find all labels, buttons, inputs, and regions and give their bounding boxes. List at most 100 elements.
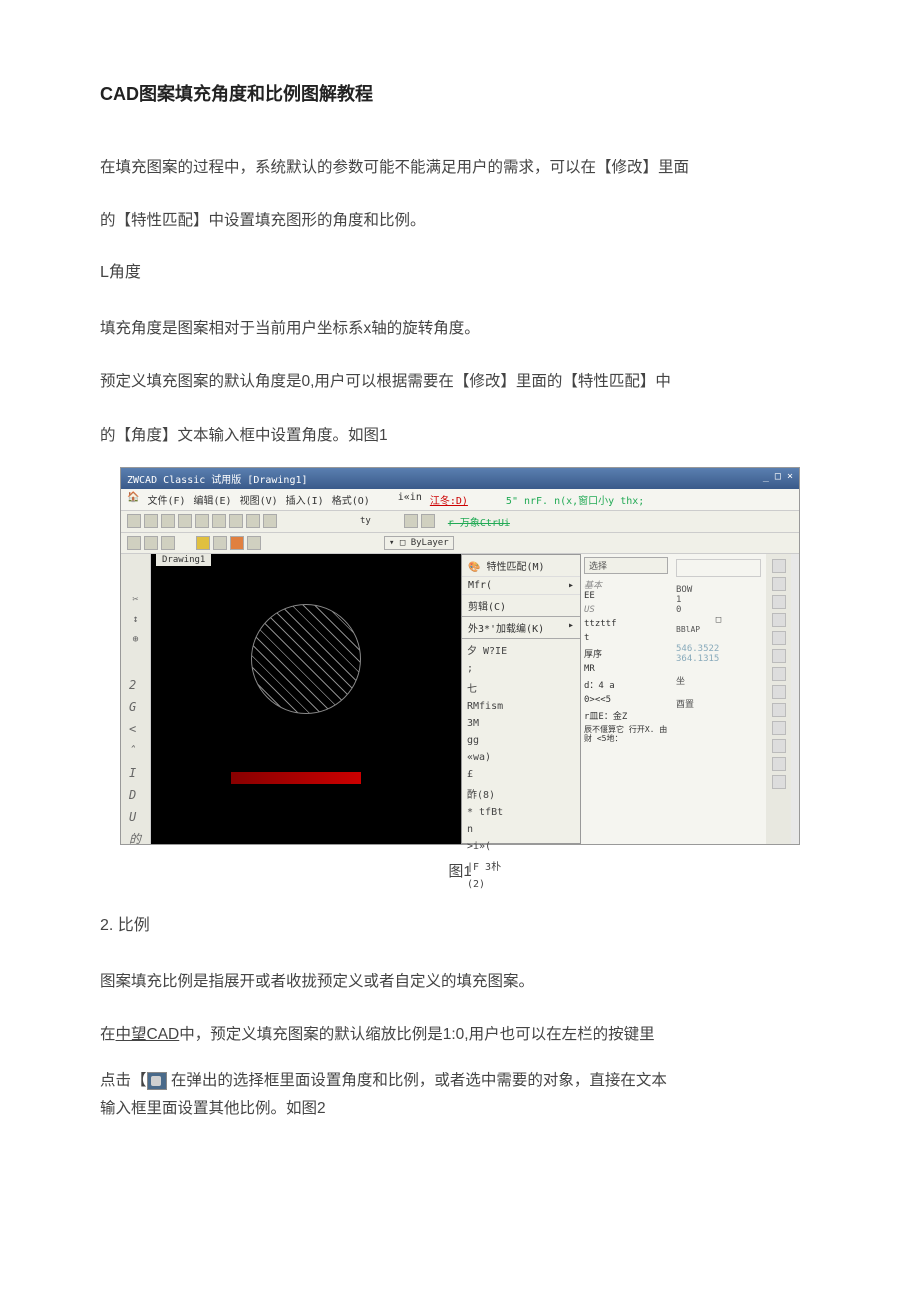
zwcad-link[interactable]: 中望CAD: [116, 1026, 180, 1043]
left-tool-icon[interactable]: ⊕: [129, 634, 143, 648]
tool-icon[interactable]: [247, 536, 261, 550]
menu-item-match-props[interactable]: 🎨 特性匹配(M): [462, 555, 580, 577]
menu-view[interactable]: 视图(V): [240, 492, 278, 507]
submenu-item[interactable]: * tfBt: [462, 804, 580, 821]
submenu-item[interactable]: 酢(8): [462, 783, 580, 804]
right-tool-icon[interactable]: [772, 685, 786, 699]
panel-box: [676, 559, 761, 577]
prop-row: BOW: [676, 585, 761, 595]
left-tool-icon[interactable]: ↕: [129, 614, 143, 628]
coord-y: 364.1315: [676, 654, 761, 664]
intro-paragraph-2: 的【特性匹配】中设置填充图形的角度和比例。: [100, 199, 820, 242]
tool-icon[interactable]: [404, 514, 418, 528]
tool-icon[interactable]: [196, 536, 210, 550]
app-icon: 🏠: [127, 492, 139, 507]
submenu-item[interactable]: >i»(: [462, 838, 580, 855]
text: 输入框里面设置其他比例。如图2: [100, 1100, 326, 1117]
submenu-item[interactable]: 夕 W?IE: [462, 639, 580, 660]
tool-icon[interactable]: [178, 514, 192, 528]
tool-icon[interactable]: [127, 514, 141, 528]
hatched-circle: [251, 604, 361, 714]
window-titlebar: ZWCAD Classic 试用版 [Drawing1] _ □ ×: [121, 468, 799, 489]
toolbar-text-left: i«in: [398, 492, 422, 507]
prop-row: 1: [676, 595, 761, 605]
submenu-item[interactable]: |F 3朴: [462, 855, 580, 876]
layer-dropdown[interactable]: ▾ □ ByLayer: [384, 536, 454, 550]
tool-icon[interactable]: [230, 536, 244, 550]
prop-row: 坐: [676, 674, 761, 687]
menu-item[interactable]: Mfr(▸: [462, 577, 580, 595]
drawing-tab[interactable]: Drawing1: [156, 554, 211, 566]
right-tool-icon[interactable]: [772, 613, 786, 627]
tool-icon[interactable]: [229, 514, 243, 528]
text: 中，预定义填充图案的默认缩放比例是1:0,用户也可以在左栏的按键里: [179, 1026, 654, 1043]
right-tool-icon[interactable]: [772, 595, 786, 609]
right-tool-icon[interactable]: [772, 775, 786, 789]
section-2-paragraph-2: 在中望CAD中，预定义填充图案的默认缩放比例是1:0,用户也可以在左栏的按键里: [100, 1013, 820, 1056]
tool-icon[interactable]: [144, 514, 158, 528]
main-area: ✂ ↕ ⊕ Drawing1 2 G < ˆ I D U 的: [121, 554, 799, 844]
tool-icon[interactable]: [212, 514, 226, 528]
tool-icon[interactable]: [127, 536, 141, 550]
side-letters: 2 G < ˆ I D U 的: [129, 674, 141, 850]
submenu-item[interactable]: 3M: [462, 715, 580, 732]
tool-icon[interactable]: [263, 514, 277, 528]
menu-item[interactable]: 外3*'加载编(K)▸: [462, 617, 580, 639]
tool-icon[interactable]: [144, 536, 158, 550]
tool-icon[interactable]: [161, 514, 175, 528]
section-2-heading: 2. 比例: [100, 911, 820, 935]
section-1-paragraph-3: 的【角度】文本输入框中设置角度。如图1: [100, 414, 820, 457]
submenu-item[interactable]: RMfism: [462, 698, 580, 715]
submenu-item[interactable]: 七: [462, 677, 580, 698]
letter: U: [129, 806, 141, 828]
submenu-item[interactable]: gg: [462, 732, 580, 749]
top-text-2: r 万象CtrUi: [448, 514, 510, 529]
right-tool-icon[interactable]: [772, 739, 786, 753]
window-title-text: ZWCAD Classic 试用版 [Drawing1]: [127, 471, 308, 486]
right-tool-icon[interactable]: [772, 703, 786, 717]
menu-edit[interactable]: 编辑(E): [194, 492, 232, 507]
tool-icon[interactable]: [213, 536, 227, 550]
tool-icon[interactable]: [161, 536, 175, 550]
right-tool-icon[interactable]: [772, 631, 786, 645]
submenu-item[interactable]: ;: [462, 660, 580, 677]
tool-icon[interactable]: [421, 514, 435, 528]
menu-format[interactable]: 格式(O): [332, 492, 370, 507]
menu-item-clip[interactable]: 剪辑(C): [462, 595, 580, 617]
menu-insert[interactable]: 插入(I): [286, 492, 324, 507]
right-toolbar: [766, 554, 791, 844]
section-1-heading: L角度: [100, 258, 820, 282]
letter: I: [129, 762, 141, 784]
menu-file[interactable]: 文件(F): [147, 492, 185, 507]
drawing-canvas[interactable]: Drawing1 2 G < ˆ I D U 的: [151, 554, 461, 844]
submenu-item[interactable]: £: [462, 766, 580, 783]
intro-paragraph-1: 在填充图案的过程中，系统默认的参数可能不能满足用户的需求，可以在【修改】里面: [100, 146, 820, 189]
cad-app-window: ZWCAD Classic 试用版 [Drawing1] _ □ × 🏠 文件(…: [120, 467, 800, 845]
submenu-block: 夕 W?IE ; 七 RMfism 3M gg «wa) £ 酢(8) * tf…: [462, 639, 580, 893]
document-title: CAD图案填充角度和比例图解教程: [100, 80, 820, 106]
coord-x: 546.3522: [676, 644, 761, 654]
prop-group-basic: 基本: [584, 578, 668, 591]
submenu-item[interactable]: (2): [462, 876, 580, 893]
right-tool-icon[interactable]: [772, 649, 786, 663]
right-tool-icon[interactable]: [772, 559, 786, 573]
right-tool-icon[interactable]: [772, 667, 786, 681]
letter: D: [129, 784, 141, 806]
prop-value: 0><<5: [584, 695, 668, 705]
figure-1-screenshot: ZWCAD Classic 试用版 [Drawing1] _ □ × 🏠 文件(…: [120, 467, 820, 845]
submenu-item[interactable]: «wa): [462, 749, 580, 766]
select-dropdown[interactable]: 选择: [584, 557, 668, 574]
text: 点击【: [100, 1072, 147, 1089]
modify-menu-dropdown: 🎨 特性匹配(M) Mfr(▸ 剪辑(C) 外3*'加载编(K)▸ 夕 W?IE…: [461, 554, 581, 844]
prop-row: 0: [676, 605, 761, 615]
submenu-item[interactable]: n: [462, 821, 580, 838]
left-tool-icon[interactable]: ✂: [129, 594, 143, 608]
tool-icon[interactable]: [246, 514, 260, 528]
right-tool-icon[interactable]: [772, 757, 786, 771]
right-tool-icon[interactable]: [772, 577, 786, 591]
tool-icon[interactable]: [195, 514, 209, 528]
prop-value: r皿E：金Z: [584, 709, 668, 722]
right-tool-icon[interactable]: [772, 721, 786, 735]
right-info-panel: BOW 1 0 □ BBlAP 546.3522 364.1315 坐 酉置: [671, 554, 766, 844]
top-text-1: 5" nrF. n(x,窗口小y thx;: [506, 492, 644, 507]
